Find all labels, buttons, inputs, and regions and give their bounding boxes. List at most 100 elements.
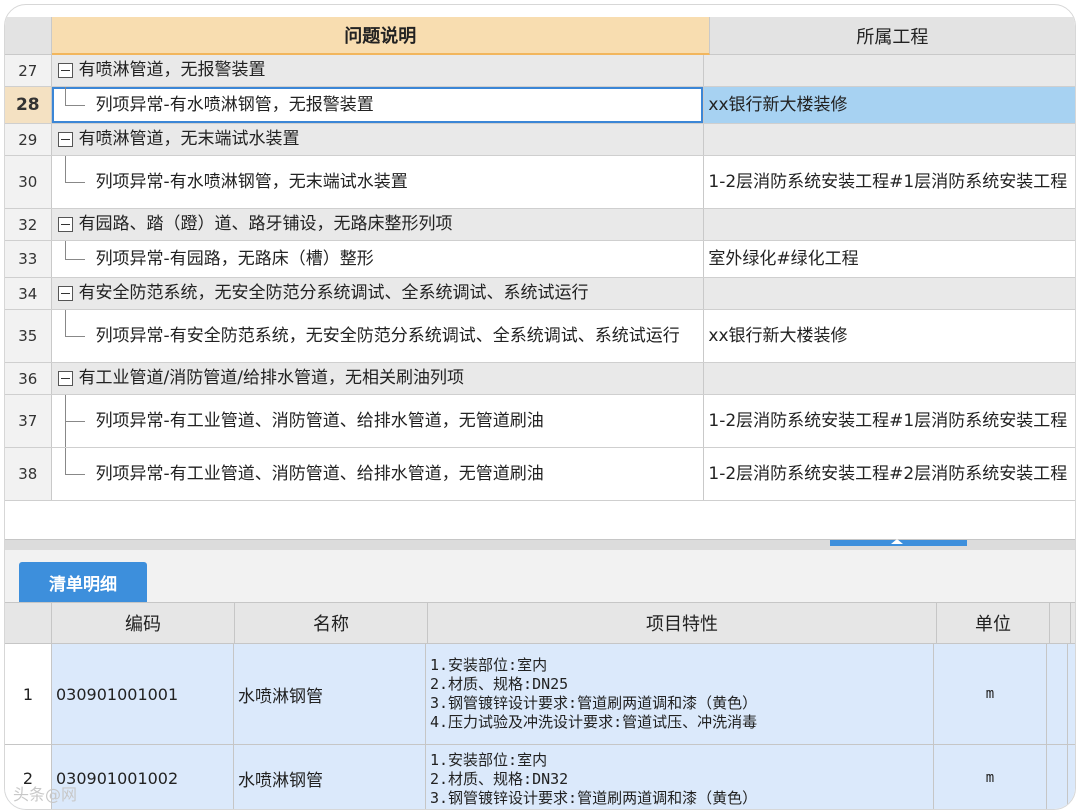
bill-detail-row[interactable]: 2 030901001002 水喷淋钢管 1.安装部位:室内 2.材质、规格:DN32 3…: [5, 745, 1075, 809]
issue-row[interactable]: 37 列项异常-有工业管道、消防管道、给排水管道，无管道刷油 1-2层消防系统安装工…: [5, 395, 1075, 448]
app-window: 问题说明 所属工程 27 有喷淋管道，无报警装置 28 列项异常-有水喷淋钢管，无报警…: [4, 4, 1076, 810]
issue-description-cell[interactable]: 有喷淋管道，无末端试水装置: [51, 124, 705, 155]
column-header-features[interactable]: 项目特性: [428, 603, 937, 643]
features-cell[interactable]: 1.安装部位:室内 2.材质、规格:DN25 3.钢管镀锌设计要求:管道刷两道调和漆…: [426, 644, 934, 744]
issue-row[interactable]: 28 列项异常-有水喷淋钢管，无报警装置 xx银行新大楼装修: [5, 87, 1075, 124]
issue-grid-header: 问题说明 所属工程: [5, 17, 1075, 55]
row-number: 35: [5, 310, 52, 362]
issue-group-row[interactable]: 34 有安全防范系统，无安全防范分系统调试、全系统调试、系统试运行: [5, 278, 1075, 310]
issue-rows: 27 有喷淋管道，无报警装置 28 列项异常-有水喷淋钢管，无报警装置 xx银行新大楼装…: [5, 55, 1075, 501]
issue-group-row[interactable]: 32 有园路、踏（蹬）道、路牙铺设，无路床整形列项: [5, 209, 1075, 241]
project-cell[interactable]: 1-2层消防系统安装工程#1层消防系统安装工程: [704, 395, 1075, 447]
tree-connector-branch: [64, 259, 85, 260]
row-number: 38: [5, 448, 52, 500]
issue-text: 列项异常-有工业管道、消防管道、给排水管道，无管道刷油: [95, 410, 544, 431]
column-header-project[interactable]: 所属工程: [709, 17, 1075, 55]
features-cell[interactable]: 1.安装部位:室内 2.材质、规格:DN32 3.钢管镀锌设计要求:管道刷两道调和漆…: [426, 745, 934, 809]
row-number: 28: [5, 87, 52, 123]
issue-description-cell[interactable]: 有工业管道/消防管道/给排水管道，无相关刷油列项: [51, 363, 705, 394]
issue-description-cell[interactable]: 列项异常-有水喷淋钢管，无末端试水装置: [51, 156, 705, 208]
issue-group-text: 有园路、踏（蹬）道、路牙铺设，无路床整形列项: [78, 214, 453, 234]
overflow-cell: [1047, 644, 1068, 744]
feature-line: 2.材质、规格:DN25: [430, 675, 569, 693]
issue-grid: 问题说明 所属工程 27 有喷淋管道，无报警装置 28 列项异常-有水喷淋钢管，无报警…: [5, 17, 1075, 501]
row-number: 32: [5, 209, 52, 240]
issue-group-text: 有喷淋管道，无报警装置: [78, 60, 266, 80]
feature-line: 3.钢管镀锌设计要求:管道刷两道调和漆（黄色）: [430, 694, 758, 712]
project-cell[interactable]: [704, 278, 1075, 309]
issue-description-cell[interactable]: 列项异常-有安全防范系统，无安全防范分系统调试、全系统调试、系统试运行: [51, 310, 705, 362]
row-number: 34: [5, 278, 52, 309]
issue-description-cell[interactable]: 列项异常-有水喷淋钢管，无报警装置: [51, 87, 705, 123]
issue-group-row[interactable]: 29 有喷淋管道，无末端试水装置: [5, 124, 1075, 156]
project-cell[interactable]: 1-2层消防系统安装工程#2层消防系统安装工程: [704, 448, 1075, 500]
project-cell[interactable]: xx银行新大楼装修: [704, 87, 1075, 123]
feature-line: 1.安装部位:室内: [430, 656, 548, 674]
issue-description-cell[interactable]: 有园路、踏（蹬）道、路牙铺设，无路床整形列项: [51, 209, 705, 240]
row-number: 1: [5, 644, 52, 744]
issue-row[interactable]: 38 列项异常-有工业管道、消防管道、给排水管道，无管道刷油 1-2层消防系统安装工…: [5, 448, 1075, 501]
issue-description-cell[interactable]: 列项异常-有工业管道、消防管道、给排水管道，无管道刷油: [51, 395, 705, 447]
overflow-cell: [1047, 745, 1068, 809]
issue-group-row[interactable]: 36 有工业管道/消防管道/给排水管道，无相关刷油列项: [5, 363, 1075, 395]
project-cell[interactable]: 室外绿化#绿化工程: [704, 241, 1075, 277]
row-number: 30: [5, 156, 52, 208]
project-cell[interactable]: xx银行新大楼装修: [704, 310, 1075, 362]
code-cell[interactable]: 030901001001: [52, 644, 234, 744]
project-cell[interactable]: [704, 55, 1075, 86]
bill-detail-rows: 1 030901001001 水喷淋钢管 1.安装部位:室内 2.材质、规格:DN25 3…: [5, 644, 1075, 809]
tree-connector-branch: [64, 105, 85, 106]
unit-cell[interactable]: m: [934, 745, 1047, 809]
bill-detail-grid: 编码 名称 项目特性 单位 1 030901001001 水喷淋钢管 1.安装部位:室…: [5, 603, 1075, 809]
name-cell[interactable]: 水喷淋钢管: [234, 745, 426, 809]
row-number: 37: [5, 395, 52, 447]
issue-group-text: 有喷淋管道，无末端试水装置: [78, 129, 300, 149]
issue-text: 列项异常-有水喷淋钢管，无末端试水装置: [95, 171, 408, 192]
bill-detail-row[interactable]: 1 030901001001 水喷淋钢管 1.安装部位:室内 2.材质、规格:DN25 3…: [5, 644, 1075, 745]
row-number: 27: [5, 55, 52, 86]
collapse-toggle-icon[interactable]: [57, 63, 73, 78]
row-number: 29: [5, 124, 52, 155]
collapse-toggle-icon[interactable]: [57, 371, 73, 386]
tab-bill-detail[interactable]: 清单明细: [19, 562, 147, 602]
column-header-code[interactable]: 编码: [52, 603, 235, 643]
issue-description-cell[interactable]: 列项异常-有工业管道、消防管道、给排水管道，无管道刷油: [51, 448, 705, 500]
issue-description-cell[interactable]: 有喷淋管道，无报警装置: [51, 55, 705, 86]
column-header-unit[interactable]: 单位: [937, 603, 1050, 643]
project-cell[interactable]: [704, 363, 1075, 394]
unit-cell[interactable]: m: [934, 644, 1047, 744]
issue-description-cell[interactable]: 列项异常-有园路，无路床（槽）整形: [51, 241, 705, 277]
issue-row[interactable]: 33 列项异常-有园路，无路床（槽）整形 室外绿化#绿化工程: [5, 241, 1075, 278]
column-header-name[interactable]: 名称: [235, 603, 428, 643]
collapse-toggle-icon[interactable]: [57, 286, 73, 301]
row-number: 33: [5, 241, 52, 277]
issue-group-text: 有工业管道/消防管道/给排水管道，无相关刷油列项: [78, 368, 465, 388]
issue-group-row[interactable]: 27 有喷淋管道，无报警装置: [5, 55, 1075, 87]
feature-line: 2.材质、规格:DN32: [430, 770, 569, 788]
collapse-toggle-icon[interactable]: [57, 132, 73, 147]
issue-row[interactable]: 35 列项异常-有安全防范系统，无安全防范分系统调试、全系统调试、系统试运行 xx银…: [5, 310, 1075, 363]
bill-detail-header: 编码 名称 项目特性 单位: [5, 603, 1075, 644]
tree-connector-line: [64, 448, 66, 474]
project-cell[interactable]: 1-2层消防系统安装工程#1层消防系统安装工程: [704, 156, 1075, 208]
feature-line: 4.压力试验及冲洗设计要求:管道试压、冲洗消毒: [430, 713, 758, 731]
pane-splitter[interactable]: [5, 539, 1075, 550]
row-number: 36: [5, 363, 52, 394]
issue-row[interactable]: 30 列项异常-有水喷淋钢管，无末端试水装置 1-2层消防系统安装工程#1层消防系统…: [5, 156, 1075, 209]
detail-tab-bar: 清单明细: [5, 550, 1075, 603]
tree-connector-line: [64, 87, 66, 105]
tree-connector-branch: [64, 336, 85, 337]
issue-description-cell[interactable]: 有安全防范系统，无安全防范分系统调试、全系统调试、系统试运行: [51, 278, 705, 309]
collapse-toggle-icon[interactable]: [57, 217, 73, 232]
tree-connector-branch: [64, 474, 85, 475]
issue-text: 列项异常-有安全防范系统，无安全防范分系统调试、全系统调试、系统试运行: [95, 325, 680, 346]
issue-group-text: 有安全防范系统，无安全防范分系统调试、全系统调试、系统试运行: [78, 283, 589, 303]
project-cell[interactable]: [704, 209, 1075, 240]
column-header-description[interactable]: 问题说明: [51, 17, 710, 55]
collapse-handle[interactable]: [830, 539, 967, 546]
name-cell[interactable]: 水喷淋钢管: [234, 644, 426, 744]
project-cell[interactable]: [704, 124, 1075, 155]
watermark: 头条@网: [13, 785, 78, 804]
code-cell[interactable]: 030901001002: [52, 745, 234, 809]
tree-connector-branch: [64, 182, 85, 183]
